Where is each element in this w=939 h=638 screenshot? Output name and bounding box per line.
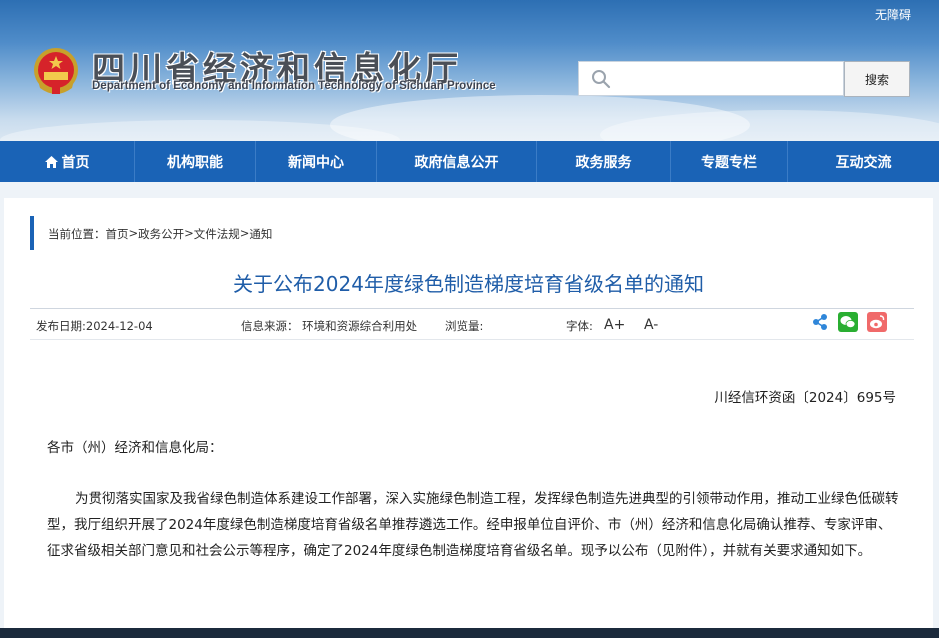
nav-item-home[interactable]: 首页 <box>0 141 135 182</box>
breadcrumb: 当前位置： 首页 > 政务公开 > 文件法规 > 通知 <box>48 226 272 242</box>
breadcrumb-accent-bar <box>30 216 34 250</box>
breadcrumb-item-documents[interactable]: 文件法规 <box>194 226 240 242</box>
wechat-icon[interactable] <box>838 312 858 332</box>
font-increase-button[interactable]: A+ <box>604 317 625 333</box>
nav-item-gov-services[interactable]: 政务服务 <box>537 141 671 182</box>
view-count: 浏览量: <box>445 319 484 333</box>
search-button[interactable]: 搜索 <box>844 61 910 97</box>
breadcrumb-separator: > <box>239 226 250 240</box>
info-source: 信息来源： 环境和资源综合利用处 <box>241 319 418 333</box>
divider <box>30 308 914 309</box>
nav-item-special-topics[interactable]: 专题专栏 <box>671 141 788 182</box>
font-size-label: 字体: <box>566 319 593 333</box>
breadcrumb-item-home[interactable]: 首页 <box>106 226 129 242</box>
breadcrumb-separator: > <box>128 226 139 240</box>
accessibility-link[interactable]: 无障碍 <box>875 6 911 23</box>
site-subtitle: Department of Economy and Information Te… <box>92 80 496 92</box>
home-icon <box>44 155 58 168</box>
breadcrumb-item-notices[interactable]: 通知 <box>249 226 272 242</box>
article-content: 当前位置： 首页 > 政务公开 > 文件法规 > 通知 关于公布2024年度绿色… <box>4 198 933 638</box>
page-title: 关于公布2024年度绿色制造梯度培育省级名单的通知 <box>233 272 704 296</box>
nav-item-label: 专题专栏 <box>701 154 757 171</box>
site-header: 无障碍 四川省经济和信息化厅 Department of Economy and… <box>0 0 939 141</box>
nav-item-label: 政务服务 <box>575 154 632 171</box>
nav-item-org-functions[interactable]: 机构职能 <box>135 141 256 182</box>
body-paragraph: 为贯彻落实国家及我省绿色制造体系建设工作部署，深入实施绿色制造工程，发挥绿色制造… <box>47 491 899 559</box>
nav-item-label: 首页 <box>61 154 90 171</box>
nav-item-label: 新闻中心 <box>288 154 344 171</box>
search-box <box>578 61 844 96</box>
weibo-icon[interactable] <box>867 312 887 332</box>
nav-item-label: 互动交流 <box>835 154 892 171</box>
search-input[interactable] <box>617 63 837 94</box>
nav-item-interaction[interactable]: 互动交流 <box>788 141 939 182</box>
nav-item-gov-info[interactable]: 政府信息公开 <box>377 141 537 182</box>
breadcrumb-separator: > <box>184 226 194 240</box>
document-number: 川经信环资函〔2024〕695号 <box>714 390 896 406</box>
share-icon[interactable] <box>810 312 830 332</box>
nav-item-label: 机构职能 <box>167 154 223 171</box>
breadcrumb-prefix: 当前位置： <box>48 227 106 241</box>
national-emblem-icon <box>34 48 78 94</box>
search-icon <box>592 69 611 88</box>
font-decrease-button[interactable]: A- <box>644 317 658 333</box>
addressee: 各市（州）经济和信息化局： <box>47 440 223 456</box>
main-nav: 首页 机构职能 新闻中心 政府信息公开 政务服务 专题专栏 互动交流 <box>0 141 939 182</box>
nav-item-label: 政府信息公开 <box>414 154 499 171</box>
breadcrumb-item-gov-affairs[interactable]: 政务公开 <box>138 226 184 242</box>
divider <box>30 339 914 340</box>
nav-item-news[interactable]: 新闻中心 <box>256 141 377 182</box>
publish-date: 发布日期:2024-12-04 <box>36 319 153 333</box>
taskbar <box>0 628 939 638</box>
